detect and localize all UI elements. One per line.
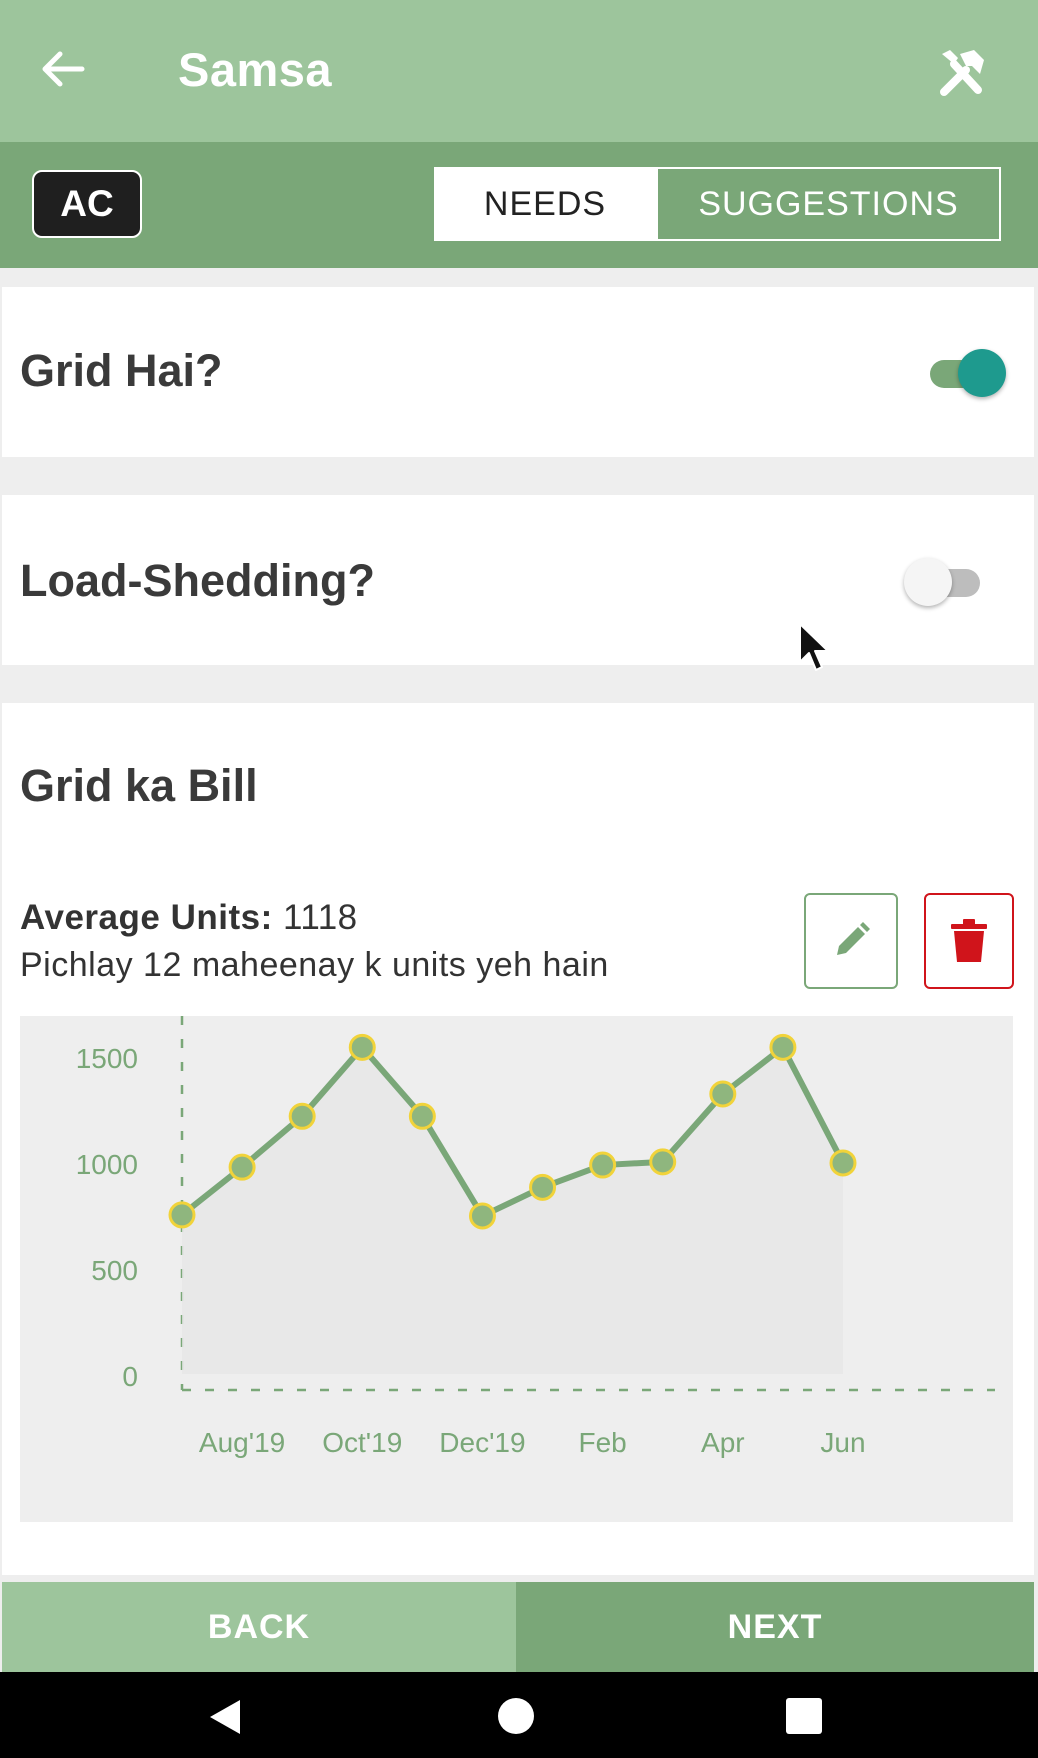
- x-tick-label: Feb: [579, 1427, 627, 1458]
- units-chart: 0 500 1000 1500 Aug'19 Oct'19 Dec'19 Feb Apr Jun: [20, 1016, 1013, 1522]
- x-tick-label: Jun: [820, 1427, 865, 1458]
- data-point: [829, 1149, 857, 1177]
- x-tick-label: Oct'19: [322, 1427, 402, 1458]
- y-tick-label: 1500: [76, 1043, 138, 1074]
- next-button[interactable]: NEXT: [516, 1582, 1034, 1672]
- tab-suggestions[interactable]: SUGGESTIONS: [656, 167, 1001, 241]
- data-point: [649, 1148, 677, 1176]
- app-bar: [0, 0, 1038, 142]
- tools-icon[interactable]: [932, 44, 990, 102]
- data-point: [408, 1102, 436, 1130]
- data-point: [288, 1102, 316, 1130]
- units-line-chart: 0 500 1000 1500 Aug'19 Oct'19 Dec'19 Feb Apr Jun: [76, 1016, 995, 1458]
- area-fill: [182, 1047, 843, 1374]
- toggle-thumb: [958, 349, 1006, 397]
- y-tick-label: 0: [122, 1361, 138, 1392]
- app-title: Samsa: [178, 43, 333, 96]
- y-tick-label: 1000: [76, 1149, 138, 1180]
- load-shedding-toggle[interactable]: [904, 556, 988, 606]
- data-point: [168, 1201, 196, 1229]
- data-point: [709, 1080, 737, 1108]
- grid-toggle[interactable]: [922, 347, 1006, 397]
- nav-recents-icon[interactable]: [785, 1697, 823, 1735]
- arrow-left-icon[interactable]: [36, 42, 90, 96]
- grid-card: Grid Hai?: [2, 287, 1034, 457]
- data-point: [529, 1173, 557, 1201]
- toggle-thumb: [904, 558, 952, 606]
- pencil-icon: [837, 922, 870, 955]
- average-label: Average Units:: [20, 898, 273, 937]
- nav-back-icon[interactable]: [204, 1696, 246, 1738]
- mouse-cursor-icon: [799, 623, 829, 671]
- load-shedding-card: Load-Shedding?: [2, 495, 1034, 665]
- nav-home-icon[interactable]: [496, 1696, 536, 1736]
- load-shedding-label: Load-Shedding?: [20, 555, 375, 606]
- x-tick-label: Aug'19: [199, 1427, 285, 1458]
- delete-button[interactable]: [924, 893, 1014, 989]
- average-units: Average Units: 1118: [20, 898, 358, 938]
- data-point: [769, 1033, 797, 1061]
- data-point: [468, 1202, 496, 1230]
- system-nav-bar: [0, 1672, 1038, 1758]
- bill-subtitle: Pichlay 12 maheenay k units yeh hain: [20, 946, 609, 984]
- x-tick-label: Apr: [701, 1427, 745, 1458]
- trash-icon: [951, 919, 987, 962]
- device-chip[interactable]: AC: [32, 170, 142, 238]
- data-point: [348, 1033, 376, 1061]
- edit-button[interactable]: [804, 893, 898, 989]
- data-point: [589, 1151, 617, 1179]
- data-point: [228, 1153, 256, 1181]
- x-tick-label: Dec'19: [439, 1427, 525, 1458]
- tab-needs[interactable]: NEEDS: [434, 167, 656, 241]
- grid-label: Grid Hai?: [20, 345, 223, 396]
- bill-title: Grid ka Bill: [20, 760, 258, 811]
- y-tick-label: 500: [91, 1255, 138, 1286]
- back-button[interactable]: BACK: [2, 1582, 516, 1672]
- average-value: 1118: [282, 898, 358, 937]
